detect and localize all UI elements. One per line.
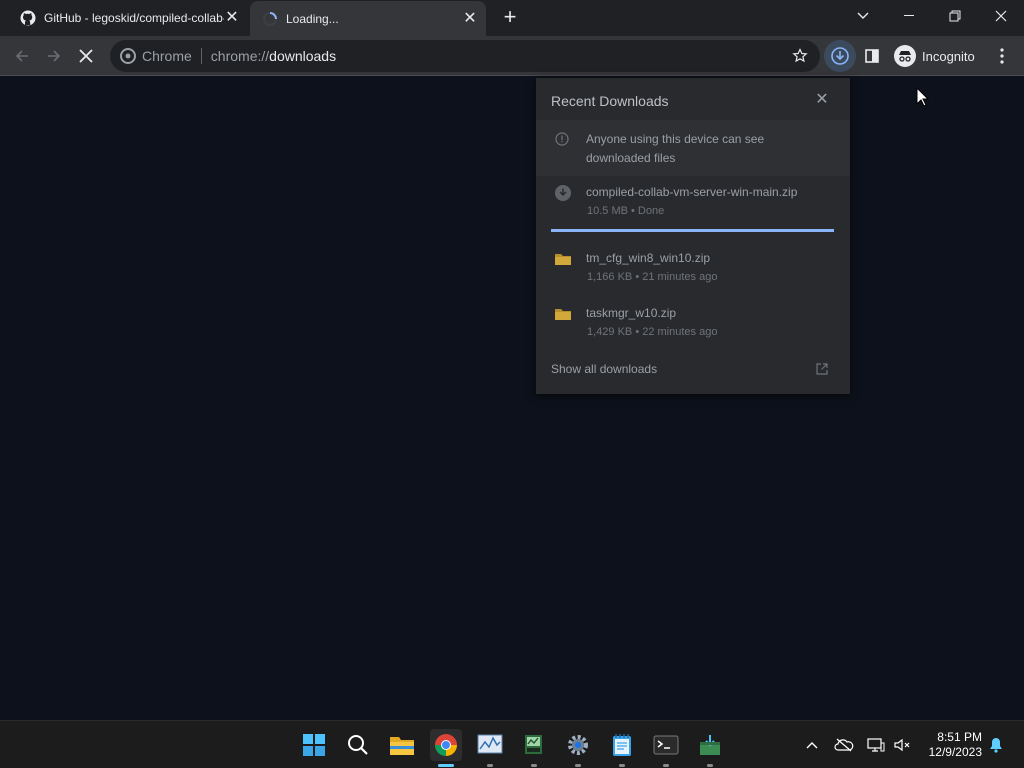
start-button[interactable]: [298, 729, 330, 761]
download-meta: 10.5 MB • Done: [587, 205, 665, 217]
close-tab-icon[interactable]: ✕: [462, 10, 478, 27]
menu-icon[interactable]: [986, 40, 1018, 72]
tab-search-icon[interactable]: [840, 0, 886, 32]
url-text: chrome://downloads: [202, 48, 336, 64]
download-item[interactable]: taskmgr_w10.zip 1,429 KB • 22 minutes ag…: [536, 299, 850, 351]
download-filename: taskmgr_w10.zip: [586, 306, 677, 320]
running-indicator: [575, 764, 581, 767]
onedrive-offline-icon[interactable]: [834, 735, 854, 755]
clock-time: 8:51 PM: [937, 730, 982, 744]
chrome-icon: [120, 48, 136, 64]
tab-title: GitHub - legoskid/compiled-collab-vm-ser…: [44, 11, 224, 25]
stop-loading-button[interactable]: [70, 40, 102, 72]
download-filename: compiled-collab-vm-server-win-main.zip: [586, 185, 798, 199]
taskbar: 8:51 PM 12/9/2023: [0, 720, 1024, 768]
settings-gear-icon[interactable]: [562, 729, 594, 767]
url-host: downloads: [269, 48, 337, 64]
download-item[interactable]: tm_cfg_win8_win10.zip 1,166 KB • 21 minu…: [536, 244, 850, 296]
download-item[interactable]: compiled-collab-vm-server-win-main.zip 1…: [536, 178, 850, 230]
open-in-new-icon[interactable]: [816, 362, 830, 376]
new-tab-button[interactable]: +: [498, 6, 522, 30]
folder-icon: [554, 305, 572, 323]
close-icon[interactable]: ✕: [814, 92, 830, 108]
forward-button[interactable]: [38, 40, 70, 72]
browser-toolbar: Chrome chrome://downloads Incognito: [0, 36, 1024, 76]
notification-bell-icon[interactable]: [986, 735, 1006, 755]
download-progress-bar: [551, 229, 834, 232]
info-icon: [555, 132, 569, 151]
show-all-downloads-link[interactable]: Show all downloads: [551, 362, 657, 376]
close-tab-icon[interactable]: ✕: [224, 10, 240, 26]
download-meta: 1,429 KB • 22 minutes ago: [587, 326, 718, 338]
running-indicator: [663, 764, 669, 767]
tab-strip: GitHub - legoskid/compiled-collab-vm-ser…: [0, 0, 1024, 36]
restore-button[interactable]: [932, 0, 978, 32]
file-explorer-icon[interactable]: [386, 729, 418, 761]
running-indicator: [707, 764, 713, 767]
folder-icon: [554, 250, 572, 268]
close-window-button[interactable]: [978, 0, 1024, 32]
system-clock[interactable]: 8:51 PM 12/9/2023: [922, 730, 982, 760]
resource-monitor-icon[interactable]: [474, 729, 506, 767]
address-bar[interactable]: Chrome chrome://downloads: [110, 40, 820, 72]
tab-title: Loading...: [286, 11, 339, 26]
downloads-button[interactable]: [824, 40, 856, 72]
incognito-notice: Anyone using this device can see downloa…: [536, 120, 850, 176]
bookmark-star-icon[interactable]: [792, 48, 808, 67]
search-icon[interactable]: [342, 729, 374, 761]
terminal-icon[interactable]: [650, 729, 682, 767]
incognito-label: Incognito: [922, 48, 975, 64]
loading-spinner-icon: [262, 11, 278, 27]
task-manager-icon[interactable]: [518, 729, 550, 767]
tab-github[interactable]: GitHub - legoskid/compiled-collab-vm-ser…: [8, 2, 248, 34]
mouse-cursor-icon: [916, 86, 930, 112]
running-indicator: [487, 764, 493, 767]
download-meta: 1,166 KB • 21 minutes ago: [587, 271, 718, 283]
clock-date: 12/9/2023: [928, 745, 982, 759]
chevron-up-icon[interactable]: [802, 735, 822, 755]
url-scheme: chrome://: [210, 48, 270, 64]
running-indicator: [619, 764, 625, 767]
notepad-icon[interactable]: [606, 729, 638, 767]
pending-file-icon: [554, 184, 572, 202]
download-filename: tm_cfg_win8_win10.zip: [586, 251, 711, 265]
downloads-bubble: Recent Downloads ✕ Anyone using this dev…: [536, 78, 850, 394]
network-icon[interactable]: [866, 735, 886, 755]
volume-muted-icon[interactable]: [892, 735, 912, 755]
tab-downloads[interactable]: Loading... ✕: [250, 1, 486, 36]
minimize-button[interactable]: [886, 0, 932, 32]
notice-text: Anyone using this device can see downloa…: [586, 132, 765, 165]
downloads-title: Recent Downloads: [551, 93, 669, 109]
chrome-taskbar-icon[interactable]: [430, 729, 462, 767]
back-button[interactable]: [6, 40, 38, 72]
side-panel-icon[interactable]: [856, 40, 888, 72]
app-installer-icon[interactable]: [694, 729, 726, 767]
running-indicator: [531, 764, 537, 767]
github-icon: [20, 10, 36, 26]
incognito-profile-button[interactable]: Incognito: [890, 42, 985, 70]
active-indicator: [438, 764, 454, 767]
omnibox-chip: Chrome: [142, 48, 202, 64]
incognito-icon: [894, 45, 916, 67]
